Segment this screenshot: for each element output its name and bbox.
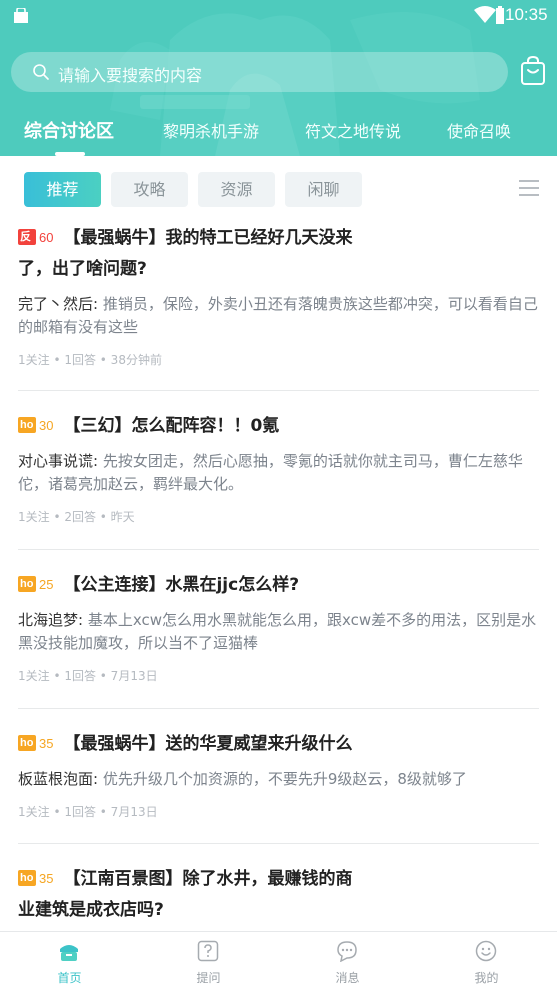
header: 10:35 请输入要搜索的内容 综合讨论区 黎明杀机手游 符文之地传说 使命召唤: [0, 0, 557, 156]
answer-author: 板蓝根泡面:: [18, 770, 99, 788]
answer-text: 优先升级几个加资源的，不要先升9级赵云，8级就够了: [102, 770, 467, 788]
tab-general-discussion[interactable]: 综合讨论区: [24, 117, 114, 143]
post-title: ho 25 【公主连接】水黑在jjc怎么样?: [18, 569, 539, 601]
tab-dead-by-daylight-mobile[interactable]: 黎明杀机手游: [163, 118, 259, 142]
post-title-line1: 【江南百景图】除了水井，最赚钱的商: [63, 869, 353, 889]
app-notification-icon: [14, 8, 28, 23]
filter-chat[interactable]: 闲聊: [285, 172, 362, 207]
tab-label: 消息: [335, 971, 360, 985]
post-item[interactable]: 反 60 【最强蜗牛】我的特工已经好几天没来 了，出了啥问题? 完了丶然后: 推销员…: [18, 222, 539, 368]
answer-text: 基本上xcw怎么用水黑就能怎么用，跟xcw差不多的用法，区别是水黑没技能加魔攻，…: [18, 611, 537, 652]
top-nav: 综合讨论区 黎明杀机手游 符文之地传说 使命召唤: [0, 112, 557, 156]
post-meta: 1关注 • 2回答 • 昨天: [18, 510, 135, 524]
home-icon: [60, 945, 78, 961]
post-title-line2: 了，出了啥问题?: [18, 259, 147, 279]
post-feed: 反 60 【最强蜗牛】我的特工已经好几天没来 了，出了啥问题? 完了丶然后: 推销员…: [0, 218, 557, 931]
status-bar: 10:35: [0, 0, 557, 30]
tab-call-of-duty[interactable]: 使命召唤: [447, 118, 511, 142]
answer-author: 完了丶然后:: [18, 295, 99, 313]
filter-recommended[interactable]: 推荐: [24, 172, 101, 207]
post-title-line1: 【最强蜗牛】我的特工已经好几天没来: [63, 228, 353, 248]
post-title-line1: 【最强蜗牛】送的华夏威望来升级什么: [63, 734, 353, 754]
wifi-icon: [474, 6, 496, 23]
post-answer: 对心事说谎: 先按女团走，然后心愿抽，零氪的话就你就主司马，曹仁左慈华佗，诸葛亮…: [18, 450, 539, 496]
post-title: ho 35 【江南百景图】除了水井，最赚钱的商 业建筑是成衣店吗?: [18, 863, 539, 926]
post-score: 30: [39, 418, 54, 433]
hot-badge-icon: ho: [18, 417, 36, 433]
tab-label: 我的: [474, 971, 499, 985]
post-answer: 完了丶然后: 推销员，保险，外卖小丑还有落魄贵族这些都冲突，可以看看自己的邮箱有…: [18, 293, 539, 339]
tab-profile[interactable]: 我的: [417, 932, 556, 991]
post-title: 反 60 【最强蜗牛】我的特工已经好几天没来 了，出了啥问题?: [18, 222, 539, 285]
question-icon: [197, 940, 219, 962]
tab-messages[interactable]: 消息: [278, 932, 417, 991]
post-answer: 板蓝根泡面: 优先升级几个加资源的，不要先升9级赵云，8级就够了: [18, 768, 539, 791]
hot-badge-icon: ho: [18, 870, 36, 886]
post-title: ho 35 【最强蜗牛】送的华夏威望来升级什么: [18, 728, 539, 760]
hot-badge-icon: 反: [18, 229, 36, 245]
bottom-tab-bar: 首页 提问 消息 我的: [0, 931, 557, 991]
shopping-bag-icon[interactable]: [520, 56, 546, 86]
filter-guides[interactable]: 攻略: [111, 172, 188, 207]
profile-icon: [475, 940, 497, 962]
answer-author: 北海追梦:: [18, 611, 84, 629]
search-icon: [33, 64, 49, 80]
divider: [18, 390, 539, 391]
tab-ask[interactable]: 提问: [139, 932, 278, 991]
tab-label: 首页: [57, 971, 82, 985]
post-title-line1: 【三幻】怎么配阵容！！0氪: [63, 416, 280, 436]
post-meta: 1关注 • 1回答 • 38分钟前: [18, 353, 162, 367]
divider: [18, 708, 539, 709]
status-time: 10:35: [505, 5, 548, 24]
post-meta: 1关注 • 1回答 • 7月13日: [18, 669, 158, 683]
post-score: 60: [39, 230, 54, 245]
hot-badge-icon: ho: [18, 735, 36, 751]
filter-resources[interactable]: 资源: [198, 172, 275, 207]
battery-icon: [496, 6, 504, 24]
post-title-line2: 业建筑是成衣店吗?: [18, 900, 164, 920]
post-answer: 北海追梦: 基本上xcw怎么用水黑就能怎么用，跟xcw差不多的用法，区别是水黑没…: [18, 609, 539, 655]
post-item[interactable]: ho 30 【三幻】怎么配阵容！！0氪 对心事说谎: 先按女团走，然后心愿抽，零氪的…: [18, 410, 539, 525]
post-item[interactable]: ho 25 【公主连接】水黑在jjc怎么样? 北海追梦: 基本上xcw怎么用水黑就能…: [18, 569, 539, 684]
hot-badge-icon: ho: [18, 576, 36, 592]
divider: [18, 549, 539, 550]
search-input[interactable]: 请输入要搜索的内容: [11, 52, 508, 92]
menu-icon[interactable]: [519, 180, 539, 196]
search-placeholder: 请输入要搜索的内容: [58, 66, 203, 85]
post-item[interactable]: ho 35 【最强蜗牛】送的华夏威望来升级什么 板蓝根泡面: 优先升级几个加资源的，…: [18, 728, 539, 820]
post-title: ho 30 【三幻】怎么配阵容！！0氪: [18, 410, 539, 442]
post-meta: 1关注 • 1回答 • 7月13日: [18, 805, 158, 819]
post-item[interactable]: ho 35 【江南百景图】除了水井，最赚钱的商 业建筑是成衣店吗?: [18, 863, 539, 926]
post-title-line1: 【公主连接】水黑在jjc怎么样?: [63, 575, 300, 595]
tab-label: 提问: [196, 971, 221, 985]
answer-author: 对心事说谎:: [18, 452, 99, 470]
filter-bar: 推荐 攻略 资源 闲聊: [0, 156, 557, 218]
post-score: 35: [39, 871, 54, 886]
divider: [18, 843, 539, 844]
post-score: 35: [39, 736, 54, 751]
tab-home[interactable]: 首页: [0, 932, 139, 991]
message-icon: [337, 941, 357, 962]
tab-legends-of-runeterra[interactable]: 符文之地传说: [305, 118, 401, 142]
post-score: 25: [39, 577, 54, 592]
